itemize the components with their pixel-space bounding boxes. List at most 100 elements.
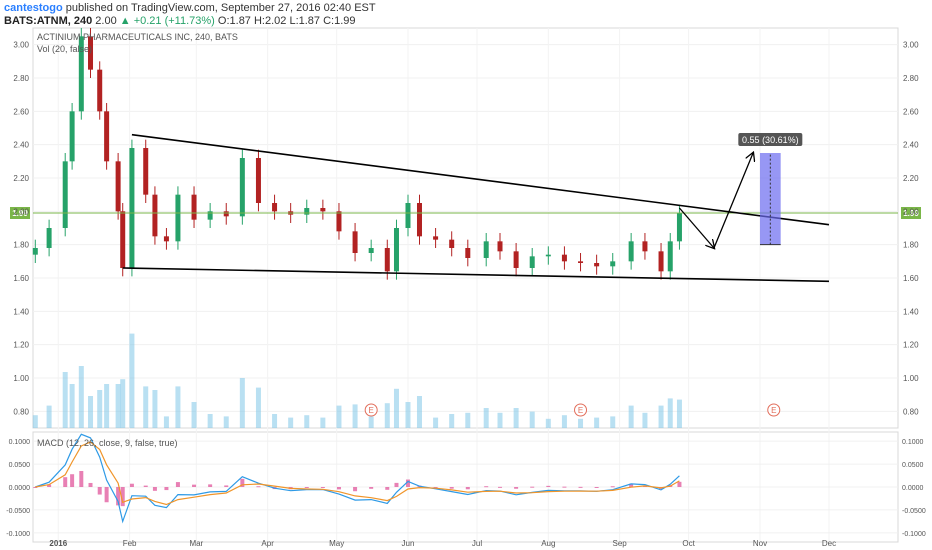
- volume-bar: [561, 415, 567, 428]
- axes: 0.80 0.80 1.00 1.00 1.20 1.20 1.40 1.40 1.60 1.60…: [13, 41, 919, 548]
- candle-body: [191, 194, 197, 220]
- macd-histogram-bar: [192, 484, 197, 487]
- earnings-marker-text: E: [578, 406, 583, 415]
- x-tick-label: Feb: [123, 539, 137, 548]
- macd-histogram-bar: [63, 477, 68, 487]
- macd-histogram-bar: [256, 486, 261, 488]
- candle-body: [223, 211, 229, 217]
- y-tick-label-left: 2.40: [13, 141, 29, 150]
- volume-bar: [416, 396, 422, 428]
- macd-tick-label-right: -0.1000: [902, 531, 926, 538]
- projection-arrow: [713, 153, 753, 249]
- candle-body: [304, 208, 310, 215]
- candle-body: [272, 203, 278, 212]
- macd-tick-label-left: 0.1000: [9, 439, 31, 446]
- volume-bar: [69, 384, 75, 428]
- y-tick-label-left: 1.40: [13, 307, 29, 316]
- volume-bar: [594, 417, 600, 428]
- macd-histogram-bar: [610, 486, 615, 488]
- y-tick-label-left: 1.00: [13, 374, 29, 383]
- y-tick-label-right: 0.80: [903, 407, 919, 416]
- candle-body: [69, 111, 75, 162]
- lower-trendline: [122, 267, 829, 283]
- candle-body: [658, 251, 664, 272]
- chart-canvas[interactable]: 1.99 1.990.55 (30.61%)E E E 0.80 0.801.00 1.0…: [0, 0, 932, 550]
- volume-bar: [578, 418, 584, 428]
- candle-body: [97, 69, 103, 112]
- macd-tick-label-left: 0.0000: [9, 485, 31, 492]
- x-tick-label: Mar: [189, 539, 203, 548]
- candle-body: [336, 211, 342, 232]
- volume-bar: [97, 390, 103, 428]
- macd-histogram-bar: [88, 482, 93, 487]
- y-tick-label-right: 1.40: [903, 307, 919, 316]
- y-tick-label-left: 2.60: [13, 107, 29, 116]
- volume-bar: [191, 402, 197, 428]
- volume-bar: [610, 416, 616, 428]
- candle-body: [163, 236, 169, 242]
- macd-histogram-bar: [152, 487, 157, 491]
- x-tick-label: Aug: [541, 539, 555, 548]
- candle-body: [120, 211, 126, 268]
- y-tick-label-left: 3.00: [13, 41, 29, 50]
- y-tick-label-left: 2.20: [13, 174, 29, 183]
- volume-legend: Vol (20, false): [37, 44, 92, 54]
- x-tick-label: Jun: [402, 539, 415, 548]
- volume-bar: [336, 405, 342, 428]
- y-tick-label-right: 2.00: [903, 207, 919, 216]
- candle-body: [561, 254, 567, 262]
- candle-body: [32, 248, 38, 255]
- candle-body: [529, 256, 535, 268]
- volume-bar: [163, 416, 169, 428]
- macd-panel: -0.1000 -0.1000 -0.0500 -0.0500 0.0000 0.0000…: [6, 433, 926, 538]
- macd-histogram-bar: [175, 482, 180, 487]
- volume-bar: [433, 417, 439, 428]
- candle-body: [433, 236, 439, 240]
- volume-bar: [152, 390, 158, 428]
- macd-tick-label-left: -0.0500: [6, 508, 30, 515]
- volume-bar: [449, 414, 455, 428]
- volume-bar: [483, 408, 489, 428]
- candle-body: [594, 263, 600, 267]
- y-tick-label-right: 3.00: [903, 41, 919, 50]
- candle-body: [175, 194, 181, 242]
- volume-bar: [207, 414, 213, 428]
- volume-bar: [529, 411, 535, 428]
- y-tick-label-right: 1.00: [903, 374, 919, 383]
- candle-body: [628, 241, 634, 262]
- candle-body: [255, 158, 261, 203]
- macd-histogram-bar: [484, 486, 489, 488]
- candle-body: [405, 203, 411, 228]
- macd-histogram-bar: [594, 487, 599, 488]
- macd-histogram-bar: [104, 487, 109, 503]
- macd-histogram-bar: [546, 485, 551, 487]
- macd-histogram-bar: [164, 487, 169, 491]
- macd-tick-label-right: -0.0500: [902, 508, 926, 515]
- volume-bar: [143, 386, 149, 428]
- candle-body: [368, 248, 374, 253]
- candle-body: [62, 161, 68, 228]
- candle-body: [610, 261, 616, 267]
- volume-bar: [120, 379, 126, 428]
- candle-body: [384, 248, 390, 272]
- macd-histogram-bar: [208, 484, 213, 487]
- candle-body: [667, 241, 673, 272]
- volume-bar: [513, 408, 519, 428]
- volume-bar: [545, 418, 551, 428]
- y-tick-label-left: 2.80: [13, 74, 29, 83]
- volume-bar: [78, 366, 84, 428]
- y-tick-label-right: 2.60: [903, 107, 919, 116]
- macd-histogram-bar: [97, 487, 102, 495]
- macd-histogram-bar: [578, 486, 583, 488]
- y-tick-label-left: 2.00: [13, 207, 29, 216]
- candle-body: [416, 203, 422, 237]
- candle-body: [449, 239, 455, 248]
- macd-tick-label-right: 0.0000: [902, 485, 924, 492]
- volume-bar: [115, 384, 121, 428]
- x-tick-label: Jul: [472, 539, 482, 548]
- candle-body: [497, 241, 503, 252]
- candle-body: [152, 194, 158, 237]
- volume-bar: [393, 388, 399, 428]
- macd-histogram-bar: [79, 470, 84, 487]
- macd-histogram-bar: [336, 487, 341, 490]
